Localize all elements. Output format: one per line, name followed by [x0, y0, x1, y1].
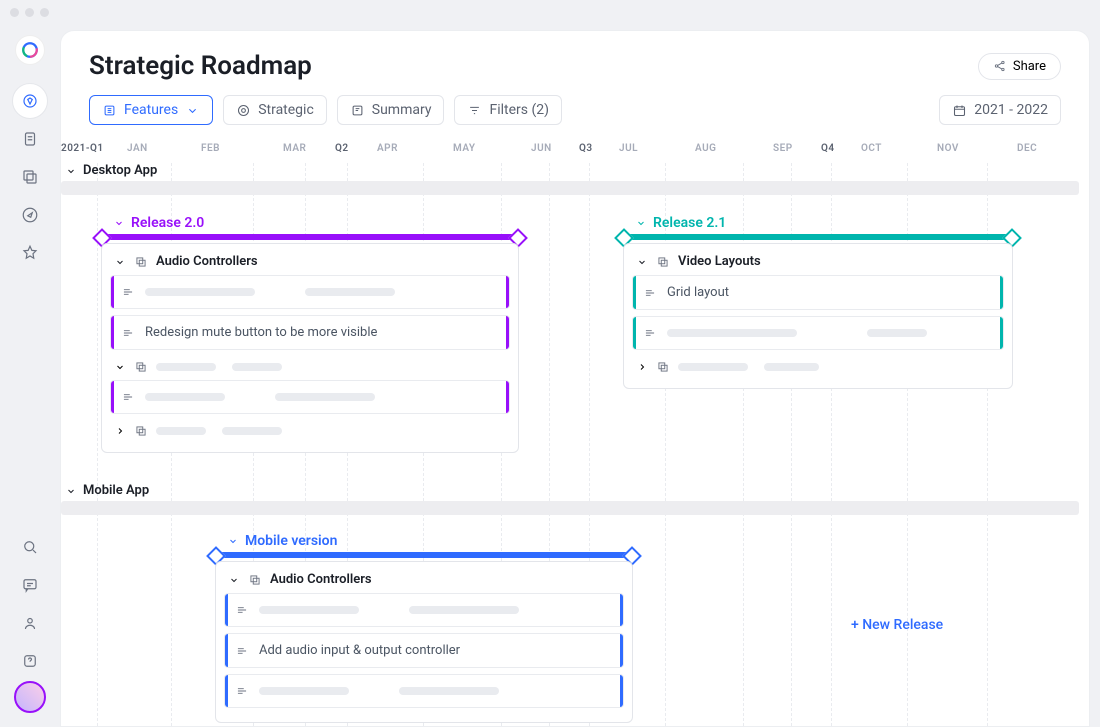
- chevron-down-icon: [635, 217, 647, 229]
- copy-icon: [134, 360, 148, 374]
- release-2-0[interactable]: Release 2.0: [101, 215, 519, 240]
- chevron-down-icon: [636, 256, 648, 268]
- chevron-down-icon: [114, 256, 126, 268]
- copy-icon: [656, 360, 670, 374]
- card-header[interactable]: Audio Controllers: [110, 252, 510, 275]
- nav-star-icon[interactable]: [12, 235, 48, 271]
- daterange-button[interactable]: 2021 - 2022: [939, 95, 1061, 125]
- sub-group[interactable]: [110, 356, 510, 380]
- card-mobile-audio: Audio Controllers Add audio input & outp…: [215, 561, 633, 723]
- chevron-right-icon: [636, 361, 648, 373]
- strategic-button[interactable]: Strategic: [223, 95, 327, 125]
- copy-icon: [656, 255, 670, 269]
- target-icon: [236, 103, 251, 118]
- feature-item[interactable]: [224, 593, 624, 627]
- section-header-mobile[interactable]: Mobile App: [65, 483, 149, 498]
- lines-icon: [235, 603, 249, 617]
- section-header-desktop[interactable]: Desktop App: [65, 163, 157, 178]
- list-icon: [102, 103, 117, 118]
- lines-icon: [121, 390, 135, 404]
- card-header[interactable]: Video Layouts: [632, 252, 1004, 275]
- sidebar: [0, 0, 60, 727]
- feature-item[interactable]: [110, 275, 510, 309]
- calendar-icon: [952, 103, 967, 118]
- lines-icon: [235, 644, 249, 658]
- lines-icon: [235, 684, 249, 698]
- feature-item[interactable]: Add audio input & output controller: [224, 633, 624, 668]
- page-title: Strategic Roadmap: [89, 51, 312, 81]
- lines-icon: [121, 326, 135, 340]
- avatar[interactable]: [14, 681, 46, 713]
- card-header[interactable]: Audio Controllers: [224, 570, 624, 593]
- filter-icon: [467, 103, 482, 118]
- copy-icon: [134, 255, 148, 269]
- feature-item[interactable]: [224, 674, 624, 708]
- card-video-layouts: Video Layouts Grid layout: [623, 243, 1013, 389]
- chevron-down-icon: [65, 485, 77, 497]
- summary-button[interactable]: Summary: [337, 95, 445, 125]
- new-release-button[interactable]: + New Release: [851, 617, 943, 633]
- features-button[interactable]: Features: [89, 95, 213, 125]
- feature-item[interactable]: Grid layout: [632, 275, 1004, 310]
- share-icon: [993, 59, 1007, 73]
- release-mobile[interactable]: Mobile version: [215, 533, 633, 558]
- sub-group-collapsed[interactable]: [110, 420, 510, 444]
- chevron-down-icon: [227, 535, 239, 547]
- feature-item[interactable]: [632, 316, 1004, 350]
- nav-user-icon[interactable]: [12, 605, 48, 641]
- feature-item[interactable]: [110, 380, 510, 414]
- nav-roadmap-icon[interactable]: [12, 83, 48, 119]
- feature-item[interactable]: Redesign mute button to be more visible: [110, 315, 510, 350]
- chevron-down-icon: [185, 103, 200, 118]
- nav-chat-icon[interactable]: [12, 567, 48, 603]
- chevron-right-icon: [114, 425, 126, 437]
- chevron-down-icon: [65, 165, 77, 177]
- lines-icon: [643, 286, 657, 300]
- nav-copy-icon[interactable]: [12, 159, 48, 195]
- share-button[interactable]: Share: [978, 53, 1061, 80]
- filters-button[interactable]: Filters (2): [454, 95, 562, 125]
- nav-search-icon[interactable]: [12, 529, 48, 565]
- chevron-down-icon: [114, 361, 126, 373]
- copy-icon: [134, 424, 148, 438]
- logo-icon[interactable]: [15, 35, 45, 65]
- lines-icon: [643, 326, 657, 340]
- nav-doc-icon[interactable]: [12, 121, 48, 157]
- copy-icon: [248, 573, 262, 587]
- timeline: 2021-Q1JANFEBMARQ2APRMAYJUNQ3JULAUGSEPQ4…: [61, 139, 1089, 163]
- nav-help-icon[interactable]: [12, 643, 48, 679]
- sub-group-collapsed[interactable]: [632, 356, 1004, 380]
- chevron-down-icon: [113, 217, 125, 229]
- window-controls: [10, 8, 49, 17]
- chevron-down-icon: [228, 574, 240, 586]
- summary-icon: [350, 103, 365, 118]
- lines-icon: [121, 285, 135, 299]
- release-2-1[interactable]: Release 2.1: [623, 215, 1013, 240]
- nav-compass-icon[interactable]: [12, 197, 48, 233]
- card-audio-controllers: Audio Controllers Redesign mute button t…: [101, 243, 519, 453]
